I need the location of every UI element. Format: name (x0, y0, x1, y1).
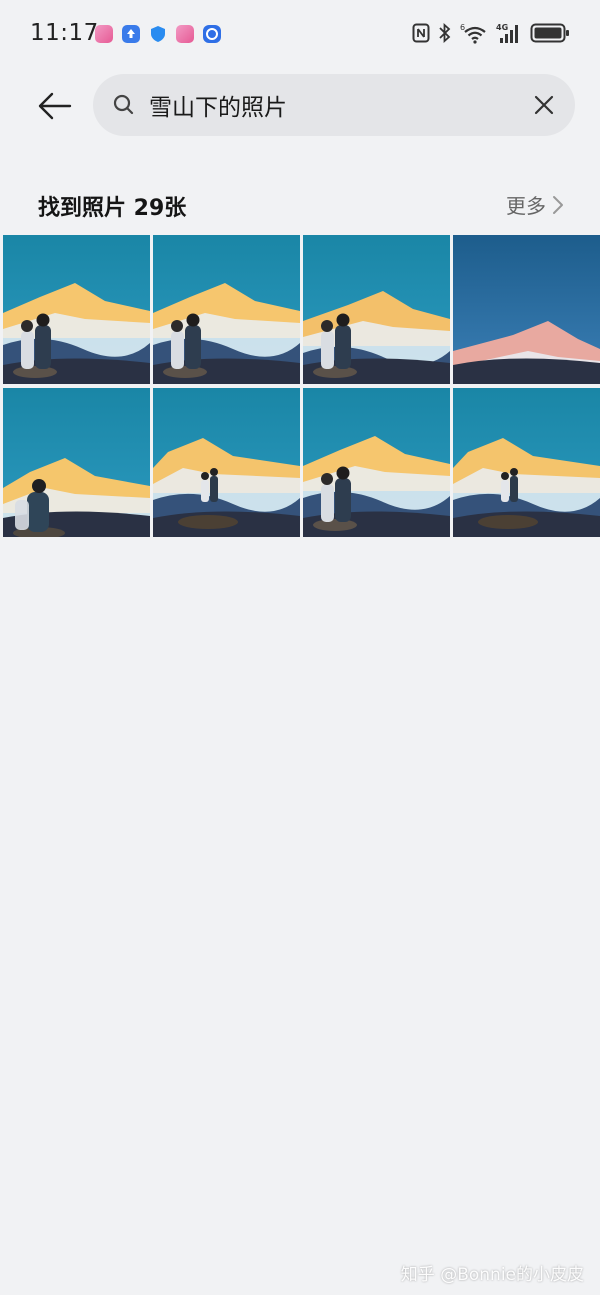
vpn-icon (203, 25, 221, 43)
search-icon (113, 94, 134, 115)
back-button[interactable] (36, 88, 76, 124)
clear-icon[interactable] (533, 94, 555, 116)
photo-3[interactable] (303, 235, 450, 384)
status-bar: 11:17 6 4G (0, 0, 600, 70)
system-icons: 6 4G (412, 22, 570, 44)
photo-7[interactable] (303, 388, 450, 537)
chevron-right-icon (553, 195, 563, 214)
photo-2[interactable] (153, 235, 300, 384)
battery-icon (530, 23, 569, 43)
more-label: 更多 (506, 194, 546, 218)
nfc-icon (412, 23, 430, 43)
photo-5[interactable] (3, 388, 150, 537)
back-arrow-icon (38, 92, 72, 120)
photo-1-image (3, 235, 150, 384)
status-time: 11:17 (30, 20, 99, 46)
wifi-icon: 6 (460, 23, 486, 44)
notification-icons (95, 25, 221, 43)
photo-4-image (453, 235, 600, 384)
results-title: 找到照片 29张 (38, 196, 187, 221)
photo-3-image (303, 235, 450, 384)
photo-1[interactable] (3, 235, 150, 384)
photo-2-image (153, 235, 300, 384)
watermark: 知乎 @Bonnie的小皮皮 (400, 1265, 584, 1285)
app-pink-icon-2 (176, 25, 194, 43)
photo-6-image (153, 388, 300, 537)
photo-8[interactable] (453, 388, 600, 537)
search-box[interactable] (93, 74, 575, 136)
search-row (0, 74, 600, 138)
shield-icon (149, 25, 167, 43)
photo-5-image (3, 388, 150, 537)
bluetooth-icon (439, 22, 451, 44)
svg-text:6: 6 (460, 23, 465, 32)
upload-icon (122, 25, 140, 43)
app-pink-icon (95, 25, 113, 43)
more-button[interactable]: 更多 (506, 190, 564, 219)
photo-6[interactable] (153, 388, 300, 537)
svg-text:4G: 4G (496, 23, 508, 32)
results-header: 找到照片 29张 更多 (0, 186, 600, 226)
photo-4[interactable] (453, 235, 600, 384)
search-input[interactable] (149, 90, 509, 120)
photo-7-image (303, 388, 450, 537)
signal-icon: 4G (496, 23, 518, 43)
photo-8-image (453, 388, 600, 537)
